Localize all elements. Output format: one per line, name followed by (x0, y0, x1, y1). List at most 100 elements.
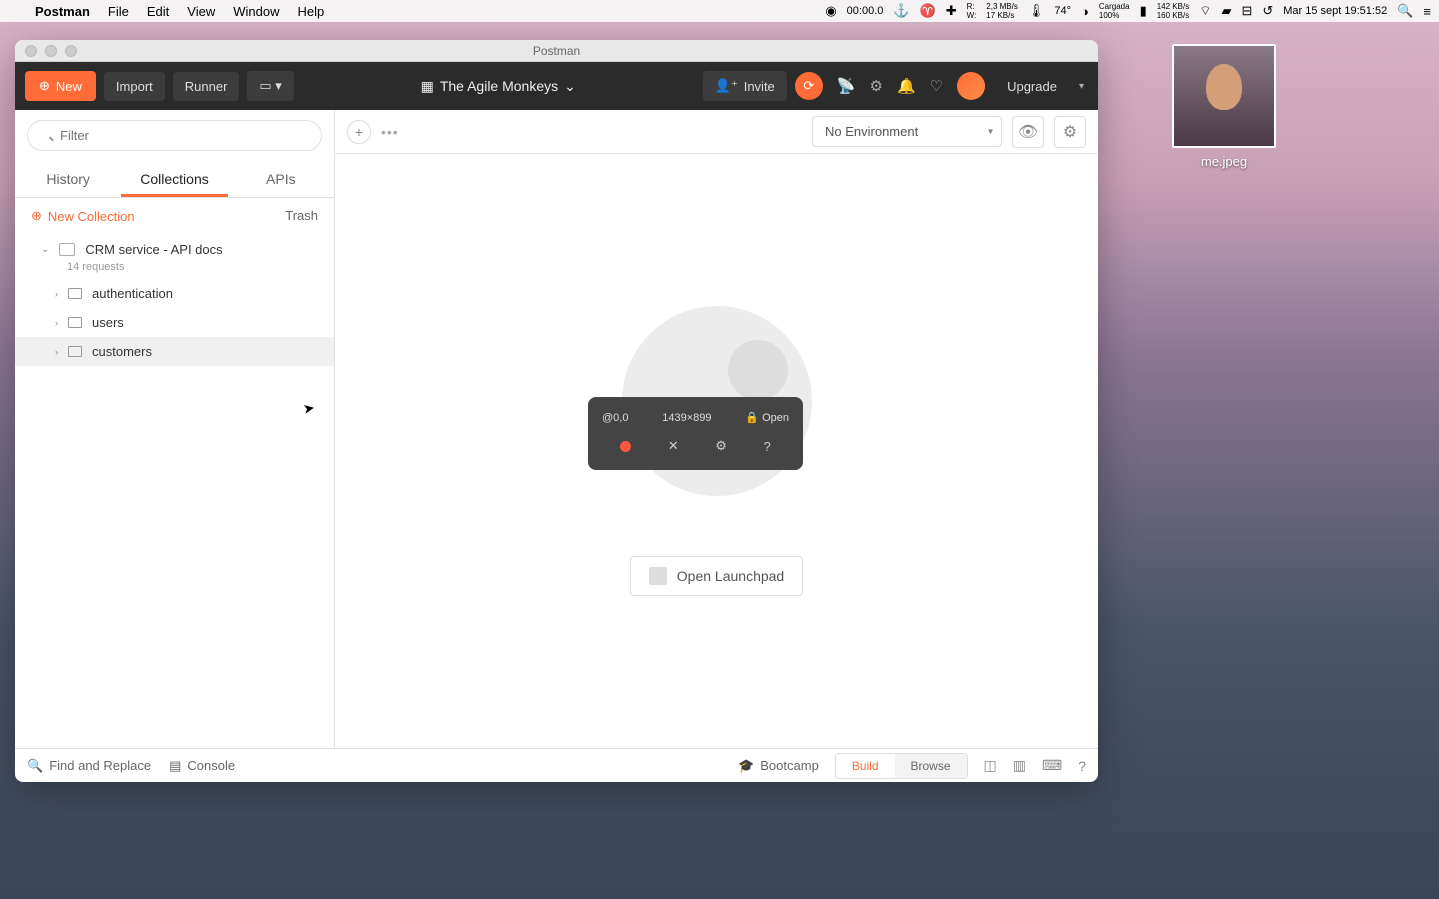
status-bar: 🔍 Find and Replace ▤ Console 🎓 Bootcamp … (15, 748, 1098, 782)
bootcamp-button[interactable]: 🎓 Bootcamp (738, 758, 819, 774)
menubar-app[interactable]: Postman (26, 4, 99, 19)
new-button[interactable]: ⊕ New (25, 71, 96, 101)
folder-customers[interactable]: › customers (15, 337, 334, 366)
tab-apis[interactable]: APIs (228, 161, 334, 197)
record-indicator-icon[interactable]: ◉ (825, 3, 836, 19)
control-center-icon[interactable]: ⊟ (1241, 3, 1252, 19)
record-help-icon[interactable]: ? (763, 439, 770, 454)
invite-label: Invite (744, 79, 775, 94)
app-toolbar: ⊕ New Import Runner ▭ ▾ ▦ The Agile Monk… (15, 62, 1098, 110)
new-tab-button[interactable]: + (347, 120, 371, 144)
tab-history[interactable]: History (15, 161, 121, 197)
chevron-down-icon: ⌄ (564, 78, 576, 95)
plus-circle-icon: ⊕ (31, 208, 42, 224)
console-button[interactable]: ▤ Console (169, 758, 235, 774)
sidebar-tabs: History Collections APIs (15, 161, 334, 198)
trash-link[interactable]: Trash (285, 208, 318, 224)
sync-icon[interactable]: ⟳ (795, 72, 823, 100)
import-button[interactable]: Import (104, 72, 165, 101)
file-thumbnail (1172, 44, 1276, 148)
screen-record-overlay: @0,0 1439×899 🔒 Open ✕ ⚙ ? (588, 397, 803, 470)
chevron-right-icon: › (55, 347, 58, 357)
person-plus-icon: 👤⁺ (715, 78, 738, 94)
runner-button[interactable]: Runner (173, 72, 240, 101)
satellite-icon[interactable]: 📡 (837, 77, 856, 95)
sliders-icon[interactable]: ⚙ (1054, 116, 1086, 148)
display-icon[interactable]: ▰ (1221, 3, 1231, 19)
folder-users[interactable]: › users (15, 308, 334, 337)
menu-edit[interactable]: Edit (138, 4, 178, 19)
plus-icon[interactable]: ✚ (946, 3, 957, 19)
record-button[interactable] (620, 441, 631, 452)
folder-label: customers (92, 344, 152, 359)
collection-name: CRM service - API docs (85, 242, 222, 257)
rec-open[interactable]: 🔒 Open (745, 411, 789, 424)
tab-collections[interactable]: Collections (121, 161, 227, 197)
tab-options-icon[interactable]: ••• (381, 124, 399, 140)
menubar-timer: 00:00.0 (847, 5, 884, 17)
avatar[interactable] (957, 72, 985, 100)
macos-menubar: Postman File Edit View Window Help ◉ 00:… (0, 0, 1439, 22)
search-icon: 🔍 (27, 758, 43, 774)
invite-button[interactable]: 👤⁺ Invite (703, 71, 787, 101)
folder-authentication[interactable]: › authentication (15, 279, 334, 308)
bootcamp-label: Bootcamp (760, 758, 819, 773)
build-mode[interactable]: Build (836, 754, 895, 778)
terminal-icon: ▤ (169, 758, 181, 774)
mode-toggle: Build Browse (835, 753, 968, 779)
launchpad-icon (649, 567, 667, 585)
panel-icon[interactable]: ▥ (1013, 757, 1026, 774)
tab-bar: + ••• No Environment 👁 ⚙ (335, 110, 1098, 154)
eye-icon[interactable]: 👁 (1012, 116, 1044, 148)
find-replace-button[interactable]: 🔍 Find and Replace (27, 758, 151, 774)
bell-icon[interactable]: 🔔 (897, 77, 916, 95)
sidebar: History Collections APIs ⊕ New Collectio… (15, 110, 335, 748)
window-layout-button[interactable]: ▭ ▾ (247, 71, 293, 101)
browse-mode[interactable]: Browse (895, 754, 967, 778)
battery-icon[interactable]: ▮ (1140, 3, 1147, 19)
menu-window[interactable]: Window (224, 4, 288, 19)
plus-circle-icon: ⊕ (39, 78, 50, 94)
net-labels: R:W: (967, 2, 977, 20)
menu-help[interactable]: Help (288, 4, 333, 19)
workspace-selector[interactable]: ▦ The Agile Monkeys ⌄ (421, 78, 576, 95)
console-label: Console (187, 758, 235, 773)
window-titlebar: Postman (15, 40, 1098, 62)
disk-values: 142 KB/s160 KB/s (1157, 2, 1189, 20)
settings-icon[interactable]: ⚙ (869, 77, 882, 95)
list-icon[interactable]: ≡ (1423, 4, 1431, 19)
branch-icon[interactable]: ♈ (920, 3, 936, 19)
new-button-label: New (56, 79, 82, 94)
chevron-down-icon: ⌄ (41, 244, 49, 255)
folder-icon (68, 346, 82, 357)
open-launchpad-button[interactable]: Open Launchpad (630, 556, 803, 596)
workspace-name: The Agile Monkeys (440, 78, 558, 94)
folder-label: authentication (92, 286, 173, 301)
menu-view[interactable]: View (178, 4, 224, 19)
chevron-right-icon: › (55, 289, 58, 299)
folder-label: users (92, 315, 124, 330)
net-values: 2,3 MB/s17 KB/s (986, 2, 1018, 20)
bootcamp-icon: 🎓 (738, 758, 754, 774)
cancel-record-button[interactable]: ✕ (668, 438, 679, 454)
menubar-datetime[interactable]: Mar 15 sept 19:51:52 (1283, 5, 1387, 17)
timemachine-icon[interactable]: ↺ (1262, 3, 1273, 19)
wifi-icon[interactable]: ⌔ (1199, 3, 1211, 19)
upgrade-link[interactable]: Upgrade (999, 79, 1065, 94)
menu-file[interactable]: File (99, 4, 138, 19)
new-collection-link[interactable]: ⊕ New Collection (31, 208, 135, 224)
spotlight-icon[interactable]: 🔍 (1397, 3, 1413, 19)
keyboard-icon[interactable]: ⌨ (1042, 757, 1062, 774)
upgrade-chevron-icon[interactable]: ▾ (1079, 81, 1088, 92)
environment-select[interactable]: No Environment (812, 116, 1002, 147)
rec-position: @0,0 (602, 412, 628, 424)
record-settings-icon[interactable]: ⚙ (715, 438, 727, 454)
two-pane-icon[interactable]: ◫ (984, 757, 997, 774)
moon-icon[interactable]: ◑ (1081, 4, 1089, 19)
environment-label: No Environment (825, 124, 918, 139)
heart-icon[interactable]: ♡ (930, 77, 943, 95)
filter-input[interactable] (27, 120, 322, 151)
desktop-file[interactable]: me.jpeg (1169, 44, 1279, 169)
docker-icon[interactable]: ⚓ (893, 3, 909, 19)
help-icon[interactable]: ? (1078, 758, 1086, 774)
